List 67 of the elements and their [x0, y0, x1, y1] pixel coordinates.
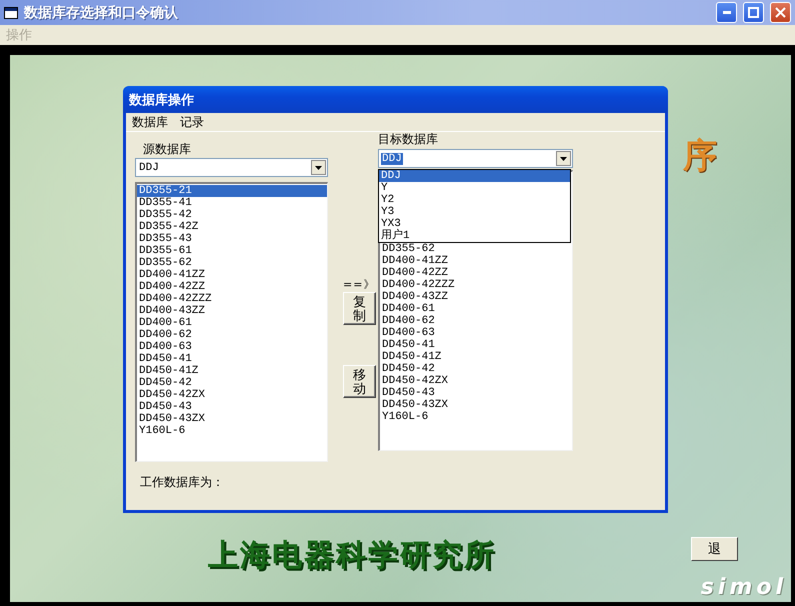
- dropdown-option[interactable]: Y2: [379, 194, 570, 206]
- menu-item[interactable]: 记录: [180, 114, 204, 130]
- list-item[interactable]: DD400-41ZZ: [137, 269, 327, 281]
- list-item[interactable]: DD355-62: [137, 257, 327, 269]
- list-item[interactable]: DD450-43: [380, 387, 572, 399]
- close-button[interactable]: [770, 2, 791, 23]
- list-item[interactable]: DD450-42ZX: [137, 389, 327, 401]
- action-button[interactable]: 复制: [343, 292, 376, 325]
- close-icon: [775, 7, 786, 18]
- list-item[interactable]: DD355-42: [137, 209, 327, 221]
- organization-name: 上海电器科学研究所: [208, 537, 496, 575]
- list-item[interactable]: DD355-21: [137, 185, 327, 197]
- list-item[interactable]: DD450-41Z: [137, 365, 327, 377]
- list-item[interactable]: DD450-42: [380, 363, 572, 375]
- window-icon: [4, 6, 18, 18]
- minimize-icon: [722, 11, 730, 14]
- dropdown-option[interactable]: YX3: [379, 218, 570, 230]
- list-item[interactable]: DD400-42ZZ: [380, 267, 572, 279]
- list-item[interactable]: DD400-62: [137, 329, 327, 341]
- list-item[interactable]: DD400-43ZZ: [380, 291, 572, 303]
- source-label: 源数据库: [143, 142, 192, 156]
- list-item[interactable]: DD450-43ZX: [137, 413, 327, 425]
- list-item[interactable]: DD450-41: [380, 339, 572, 351]
- list-item[interactable]: DD450-42: [137, 377, 327, 389]
- list-item[interactable]: DD400-42ZZZ: [380, 279, 572, 291]
- maximize-icon: [748, 7, 759, 18]
- list-item[interactable]: DD400-43ZZ: [137, 305, 327, 317]
- dropdown-arrow-icon: [560, 156, 567, 160]
- dropdown-option[interactable]: 用户1: [379, 230, 570, 242]
- list-item[interactable]: DD400-42ZZZ: [137, 293, 327, 305]
- target-combo-box[interactable]: DDJ: [378, 149, 573, 168]
- dropdown-option[interactable]: DDJ: [379, 170, 570, 182]
- list-item[interactable]: DD400-41ZZ: [380, 255, 572, 267]
- list-item[interactable]: DD400-61: [137, 317, 327, 329]
- exit-button[interactable]: 退: [691, 537, 738, 561]
- status-label: 工作数据库为：: [140, 474, 224, 491]
- list-item[interactable]: Y160L-6: [137, 425, 327, 437]
- source-combo-box[interactable]: DDJ: [135, 158, 328, 177]
- list-item[interactable]: DD400-42ZZ: [137, 281, 327, 293]
- dropdown-option[interactable]: Y3: [379, 206, 570, 218]
- dropdown-arrow-icon: [315, 166, 322, 170]
- list-item[interactable]: DD400-63: [137, 341, 327, 353]
- maximize-button[interactable]: [743, 2, 764, 23]
- list-item[interactable]: DD450-41: [137, 353, 327, 365]
- list-item[interactable]: DD400-61: [380, 303, 572, 315]
- list-item[interactable]: DD450-42ZX: [380, 375, 572, 387]
- list-item[interactable]: DD450-43: [137, 401, 327, 413]
- arrow-label: ==》: [343, 277, 376, 292]
- list-item[interactable]: DD355-43: [137, 233, 327, 245]
- target-label: 目标数据库: [378, 132, 439, 146]
- dropdown-option[interactable]: Y: [379, 182, 570, 194]
- list-item[interactable]: DD355-42Z: [137, 221, 327, 233]
- logo: simol: [700, 575, 787, 600]
- menu-item[interactable]: 数据库: [132, 114, 168, 130]
- action-button[interactable]: 移动: [343, 365, 376, 398]
- list-item[interactable]: DD450-43ZX: [380, 399, 572, 411]
- list-item[interactable]: Y160L-6: [380, 411, 572, 423]
- minimize-button[interactable]: [716, 2, 737, 23]
- list-item[interactable]: DD355-41: [137, 197, 327, 209]
- list-item[interactable]: DD355-62: [380, 243, 572, 255]
- window-title: 数据库存选择和口令确认: [24, 4, 179, 22]
- list-item[interactable]: DD400-62: [380, 315, 572, 327]
- background-title: 序: [683, 135, 717, 178]
- list-item[interactable]: DD400-63: [380, 327, 572, 339]
- dialog-title: 数据库操作: [123, 86, 668, 113]
- list-item[interactable]: DD355-61: [137, 245, 327, 257]
- list-item[interactable]: DD450-41Z: [380, 351, 572, 363]
